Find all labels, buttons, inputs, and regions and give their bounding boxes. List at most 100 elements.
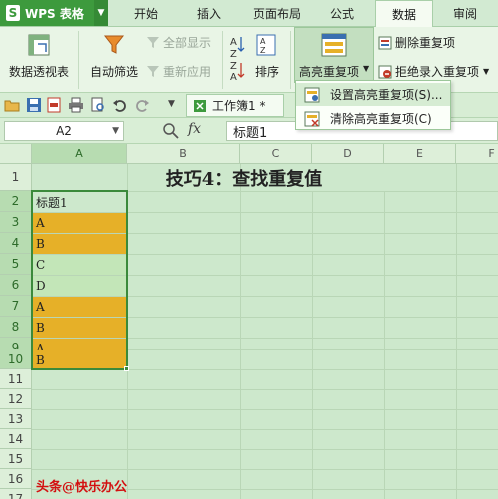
print-icon[interactable] <box>68 97 84 113</box>
highlight-dropdown-caret-icon[interactable]: ▼ <box>363 64 369 73</box>
autofilter-button[interactable]: 自动筛选 <box>86 33 142 80</box>
select-all-corner[interactable] <box>0 144 32 164</box>
row-header-4[interactable]: 4 <box>0 233 32 254</box>
reapply-button[interactable]: 重新应用 <box>146 63 211 80</box>
tab-insert[interactable]: 插入 <box>180 0 238 26</box>
gridline <box>32 369 498 370</box>
remove-duplicates-icon <box>378 36 392 49</box>
row-header-16[interactable]: 16 <box>0 469 32 489</box>
reapply-label: 重新应用 <box>163 65 212 79</box>
document-tab[interactable]: 工作簿1 * <box>186 94 284 117</box>
tab-formulas[interactable]: 公式 <box>316 0 368 26</box>
pivot-table-label: 数据透视表 <box>8 65 69 79</box>
tab-review[interactable]: 审阅 <box>437 0 493 26</box>
sheet-title[interactable]: 技巧4：查找重复值 <box>32 164 456 191</box>
column-header-a[interactable]: A <box>32 144 127 164</box>
export-pdf-icon[interactable] <box>46 97 62 113</box>
highlight-duplicates-icon <box>321 33 347 57</box>
name-box[interactable]: A2 ▼ <box>4 121 124 141</box>
set-highlight-duplicates-item[interactable]: 设置高亮重复项(S)... <box>296 83 450 106</box>
remove-duplicates-label: 删除重复项 <box>395 36 456 50</box>
row-header-12[interactable]: 12 <box>0 389 32 409</box>
insert-function-button[interactable]: fx <box>188 121 201 137</box>
row-header-14[interactable]: 14 <box>0 429 32 449</box>
row-header-15[interactable]: 15 <box>0 449 32 469</box>
set-highlight-icon <box>304 87 320 102</box>
column-header-e[interactable]: E <box>384 144 456 164</box>
sort-label: 排序 <box>254 65 279 79</box>
pivot-table-icon <box>28 34 50 56</box>
clear-highlight-label: 清除高亮重复项(C) <box>330 112 432 126</box>
row-header-10[interactable]: 10 <box>0 349 32 369</box>
cell-a8[interactable]: B <box>33 318 127 338</box>
app-name: WPS 表格 <box>25 6 84 21</box>
highlight-duplicates-menu: 设置高亮重复项(S)... 清除高亮重复项(C) <box>295 80 451 130</box>
cell-a4[interactable]: B <box>33 234 127 254</box>
tab-page-layout[interactable]: 页面布局 <box>242 0 312 26</box>
wps-logo-icon: S <box>6 5 20 21</box>
reject-dropdown-caret-icon[interactable]: ▼ <box>483 67 489 76</box>
highlight-duplicates-button[interactable]: 高亮重复项 ▼ <box>294 27 374 83</box>
toolbar-more-caret-icon[interactable]: ▼ <box>168 99 175 109</box>
gridline <box>32 469 498 470</box>
cell-a6[interactable]: D <box>33 276 127 296</box>
row-header-11[interactable]: 11 <box>0 369 32 389</box>
row-header-3[interactable]: 3 <box>0 212 32 233</box>
row-header-8[interactable]: 8 <box>0 317 32 338</box>
show-all-button[interactable]: 全部显示 <box>146 34 211 51</box>
svg-text:Z: Z <box>260 46 266 55</box>
filter-funnel-icon <box>103 35 125 54</box>
row-header-2[interactable]: 2 <box>0 191 32 212</box>
gridline <box>32 429 498 430</box>
cell-a10[interactable]: B <box>33 350 127 369</box>
tab-home[interactable]: 开始 <box>118 0 174 26</box>
clear-highlight-duplicates-item[interactable]: 清除高亮重复项(C) <box>296 107 450 130</box>
print-preview-icon[interactable] <box>90 97 106 113</box>
column-header-f[interactable]: F <box>456 144 498 164</box>
svg-text:Z: Z <box>230 61 237 72</box>
svg-text:A: A <box>260 37 266 46</box>
cell-a2-header[interactable]: 标题1 <box>33 192 127 212</box>
row-header-7[interactable]: 7 <box>0 296 32 317</box>
pivot-table-button[interactable]: 数据透视表 <box>6 33 72 80</box>
name-box-caret-icon[interactable]: ▼ <box>112 126 119 136</box>
column-header-b[interactable]: B <box>127 144 240 164</box>
row-header-1[interactable]: 1 <box>0 164 32 191</box>
cell-a7[interactable]: A <box>33 297 127 317</box>
column-header-c[interactable]: C <box>240 144 312 164</box>
cell-a3[interactable]: A <box>33 213 127 233</box>
reject-duplicates-icon <box>378 65 392 78</box>
svg-text:A: A <box>230 72 237 81</box>
reject-duplicates-label: 拒绝录入重复项 <box>395 65 480 79</box>
row-header-17[interactable]: 17 <box>0 489 32 499</box>
open-folder-icon[interactable] <box>4 97 20 113</box>
reject-duplicates-button[interactable]: 拒绝录入重复项 ▼ <box>378 63 489 80</box>
highlight-duplicates-label: 高亮重复项 <box>299 65 360 79</box>
ribbon-divider <box>290 31 291 89</box>
worksheet-grid[interactable]: A B C D E F 1 2 3 4 5 6 7 8 9 10 11 12 1… <box>0 144 498 499</box>
sort-ascending-icon[interactable]: A Z Z A <box>228 33 246 81</box>
autofilter-label: 自动筛选 <box>89 65 138 79</box>
tab-data[interactable]: 数据 <box>375 0 433 28</box>
gridline <box>32 449 498 450</box>
save-icon[interactable] <box>26 97 42 113</box>
gridline <box>312 191 313 499</box>
column-header-d[interactable]: D <box>312 144 384 164</box>
fill-handle[interactable] <box>124 366 129 371</box>
row-header-6[interactable]: 6 <box>0 275 32 296</box>
name-box-value: A2 <box>56 124 72 138</box>
undo-icon[interactable] <box>112 97 128 113</box>
set-highlight-label: 设置高亮重复项(S)... <box>330 88 443 102</box>
row-header-5[interactable]: 5 <box>0 254 32 275</box>
sort-button[interactable]: A Z 排序 <box>250 33 284 80</box>
app-menu-caret-icon[interactable]: ▼ <box>94 0 108 26</box>
row-header-13[interactable]: 13 <box>0 409 32 429</box>
spreadsheet-doc-icon <box>194 99 206 112</box>
filter-reapply-icon <box>147 65 159 77</box>
redo-icon[interactable] <box>134 97 150 113</box>
cell-a5[interactable]: C <box>33 255 127 275</box>
clear-highlight-icon <box>304 111 320 127</box>
app-menu-button[interactable]: S WPS 表格 ▼ <box>0 0 108 26</box>
zoom-search-icon[interactable] <box>162 122 180 140</box>
remove-duplicates-button[interactable]: 删除重复项 <box>378 34 455 51</box>
